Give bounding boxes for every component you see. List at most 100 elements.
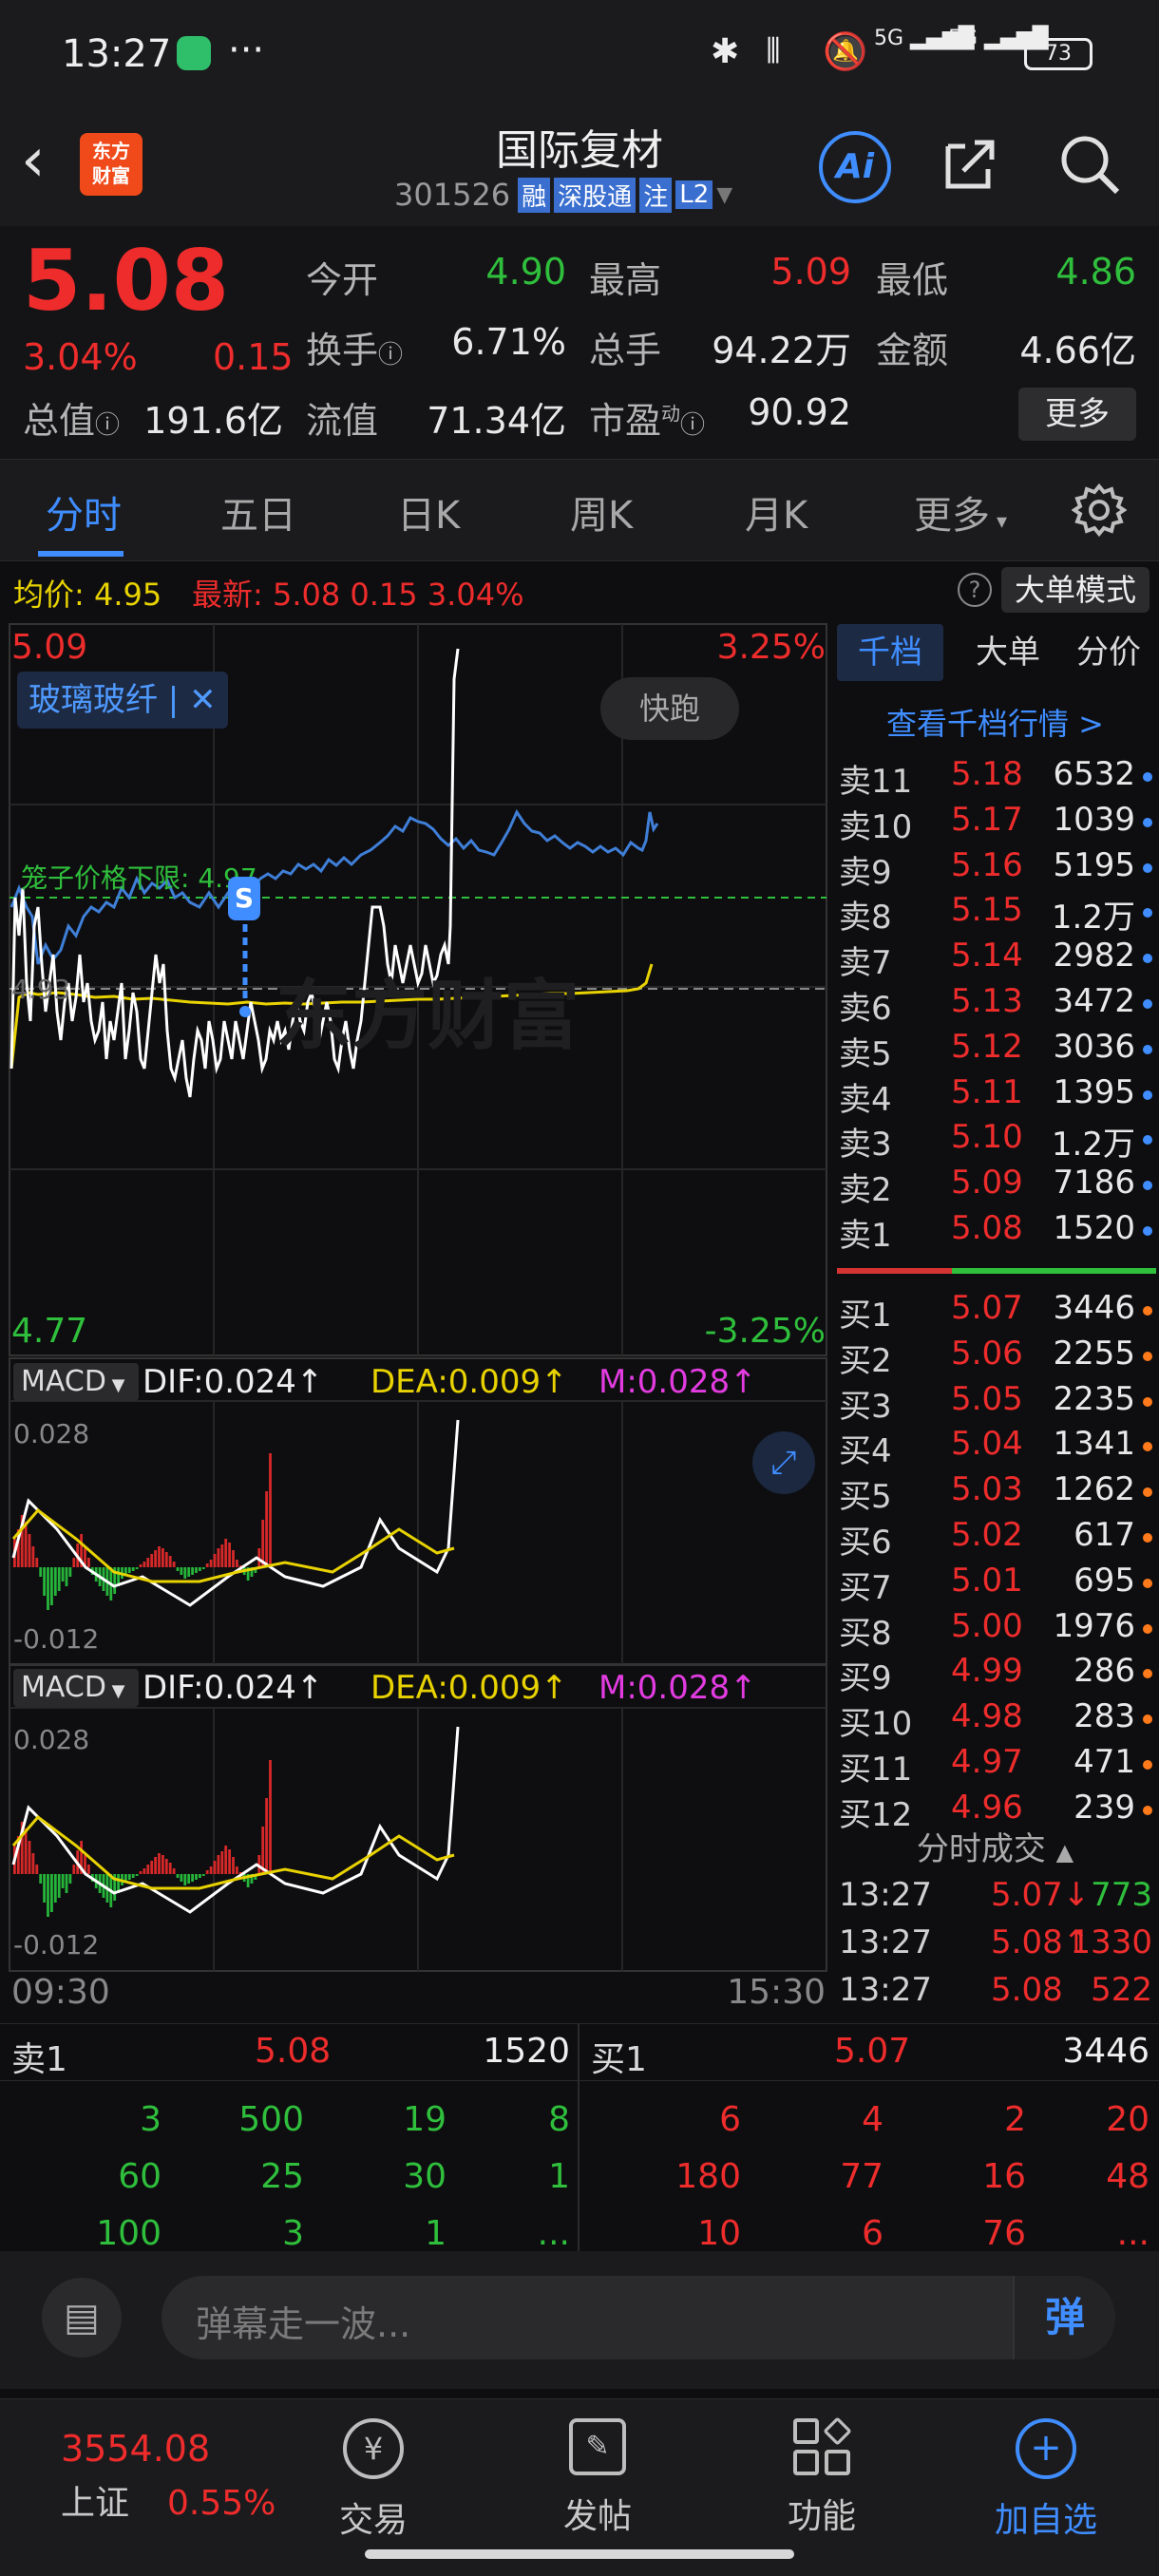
bid-row[interactable]: 买5 5.03 1262	[839, 1470, 1152, 1516]
close-icon[interactable]: ✕	[189, 681, 217, 719]
bid-row[interactable]: 买3 5.05 2235	[839, 1380, 1152, 1426]
status-bar: 13:27 ··· ✱ ⦀ 🔕 5G ▂▄▆█ 5G ▂▄▆█ 73	[0, 0, 1159, 112]
bid-row[interactable]: 买7 5.01 695	[839, 1562, 1152, 1607]
bottom-toolbar: 3554.08 上证 0.55% ¥ 交易 ✎ 发帖 功能 + 加自选	[0, 2398, 1159, 2576]
macd-bar	[158, 1853, 161, 1874]
ask-dot-icon	[1143, 954, 1152, 964]
buy-queue-cell: 77	[840, 2157, 884, 2196]
bid-row[interactable]: 买8 5.00 1976	[839, 1607, 1152, 1653]
macd-bar	[162, 1855, 164, 1874]
bid-row[interactable]: 买2 5.06 2255	[839, 1335, 1152, 1380]
macd-dif-2: DIF:0.024↑	[142, 1669, 324, 1707]
big-order-mode-button[interactable]: 大单模式	[1001, 567, 1150, 613]
tab-daily-k[interactable]: 日K	[397, 484, 460, 540]
macd-bottom-1: -0.012	[13, 1623, 100, 1655]
caret-up-icon: ▲	[1055, 1839, 1074, 1866]
ask-row[interactable]: 卖8 5.15 1.2万	[839, 891, 1152, 937]
bid-volume: 617	[1074, 1516, 1135, 1554]
tab-intraday[interactable]: 分时	[46, 484, 122, 540]
bid-row[interactable]: 买9 4.99 286	[839, 1652, 1152, 1697]
tick-trade-volume: 522	[1091, 1971, 1152, 2009]
queue-buy-label: 买1	[591, 2040, 647, 2079]
tab-big-orders[interactable]: 大单	[960, 624, 1055, 681]
ask-row[interactable]: 卖5 5.12 3036	[839, 1028, 1152, 1073]
index-ticker[interactable]: 3554.08 上证 0.55%	[61, 2428, 276, 2525]
bid-row[interactable]: 买4 5.04 1341	[839, 1425, 1152, 1470]
index-value: 3554.08	[61, 2428, 211, 2470]
post-button[interactable]: ✎ 发帖	[526, 2418, 669, 2538]
trade-marker[interactable]: S	[228, 877, 260, 920]
danmaku-send-button[interactable]: 弹	[1013, 2276, 1115, 2359]
tab-more[interactable]: 更多 ▾	[914, 484, 1007, 540]
sector-chip[interactable]: 玻璃玻纤 | ✕	[17, 672, 228, 729]
turnover-label[interactable]: 换手ⓘ	[306, 321, 403, 373]
search-icon[interactable]	[1056, 131, 1123, 198]
macd-bar	[269, 1760, 272, 1874]
ask-row[interactable]: 卖11 5.18 6532	[839, 755, 1152, 801]
ask-row[interactable]: 卖6 5.13 3472	[839, 982, 1152, 1028]
bid-volume: 695	[1074, 1561, 1135, 1600]
bid-dot-icon	[1143, 1578, 1152, 1588]
macd-bar	[150, 1861, 154, 1874]
ask-row[interactable]: 卖2 5.09 7186	[839, 1164, 1152, 1209]
expand-icon[interactable]: ⤢	[752, 1431, 815, 1494]
ask-level: 卖10	[839, 807, 913, 846]
buy-queue-cell: ...	[1116, 2214, 1150, 2253]
trade-button[interactable]: ¥ 交易	[302, 2418, 445, 2542]
tab-depth[interactable]: 千档	[837, 624, 943, 681]
help-icon[interactable]: ?	[958, 573, 992, 607]
share-icon[interactable]	[940, 133, 1001, 194]
ask-level: 卖11	[839, 763, 913, 801]
macd-bar	[199, 1567, 201, 1571]
bid-price: 5.03	[951, 1470, 1023, 1509]
high-value: 5.09	[770, 251, 851, 293]
macd-bar	[199, 1874, 201, 1878]
macd-bar	[236, 1560, 238, 1567]
ask-row[interactable]: 卖9 5.16 5195	[839, 846, 1152, 892]
ask-row[interactable]: 卖4 5.11 1395	[839, 1073, 1152, 1119]
pe-label[interactable]: 市盈动ⓘ	[589, 391, 705, 444]
period-tabs: 分时 五日 日K 周K 月K 更多 ▾	[0, 459, 1159, 561]
edit-icon: ✎	[569, 2418, 626, 2475]
macd-bar	[183, 1874, 187, 1885]
macd-bar	[61, 1874, 65, 1888]
ask-volume: 3036	[1053, 1027, 1135, 1066]
macd-bar	[47, 1874, 49, 1917]
tab-price-distribution[interactable]: 分价	[1061, 624, 1156, 681]
macd-bar	[236, 1866, 238, 1874]
macd-bar	[180, 1874, 183, 1882]
more-stats-button[interactable]: 更多	[1018, 388, 1136, 441]
quick-run-button[interactable]: 快跑	[600, 677, 739, 740]
danmaku-settings-icon[interactable]: ▤	[42, 2278, 122, 2358]
ask-row[interactable]: 卖10 5.17 1039	[839, 801, 1152, 846]
add-watchlist-button[interactable]: + 加自选	[975, 2418, 1117, 2542]
bid-row[interactable]: 买12 4.96 239	[839, 1789, 1152, 1834]
settings-gear-icon[interactable]	[1071, 483, 1128, 538]
macd-bar	[201, 1874, 205, 1876]
tab-five-day[interactable]: 五日	[220, 484, 296, 540]
danmaku-input[interactable]: 弹幕走一波...	[196, 2295, 410, 2347]
view-depth-link[interactable]: 查看千档行情 >	[831, 700, 1159, 744]
bid-dot-icon	[1143, 1487, 1152, 1498]
bid-row[interactable]: 买1 5.07 3446	[839, 1289, 1152, 1335]
tags-dropdown-icon: ▼	[716, 182, 733, 207]
bid-row[interactable]: 买6 5.02 617	[839, 1516, 1152, 1562]
macd-indicator-select-2[interactable]: MACD ▼	[13, 1669, 139, 1707]
bid-row[interactable]: 买11 4.97 471	[839, 1743, 1152, 1789]
macd-bar	[39, 1874, 43, 1884]
bid-row[interactable]: 买10 4.98 283	[839, 1697, 1152, 1743]
tab-weekly-k[interactable]: 周K	[570, 484, 633, 540]
home-indicator	[365, 2549, 794, 2559]
ask-row[interactable]: 卖3 5.10 1.2万	[839, 1118, 1152, 1164]
macd-m-2: M:0.028↑	[598, 1669, 757, 1707]
ai-assistant-button[interactable]: Ai	[819, 131, 891, 203]
intraday-chart-area[interactable]: 5.09 3.25% 4.77 -3.25% 4.93 东方财富 玻璃玻纤 | …	[0, 622, 831, 2012]
ask-row[interactable]: 卖1 5.08 1520	[839, 1209, 1152, 1255]
avg-price-label: 均价: 4.95	[13, 577, 162, 613]
functions-button[interactable]: 功能	[750, 2416, 893, 2538]
stock-code-tags[interactable]: 301526 融 深股通 注 L2 ▼	[394, 177, 732, 213]
macd-indicator-select-1[interactable]: MACD ▼	[13, 1363, 139, 1401]
tab-monthly-k[interactable]: 月K	[745, 484, 808, 540]
ask-row[interactable]: 卖7 5.14 2982	[839, 937, 1152, 982]
market-cap-label[interactable]: 总值ⓘ	[23, 391, 120, 444]
